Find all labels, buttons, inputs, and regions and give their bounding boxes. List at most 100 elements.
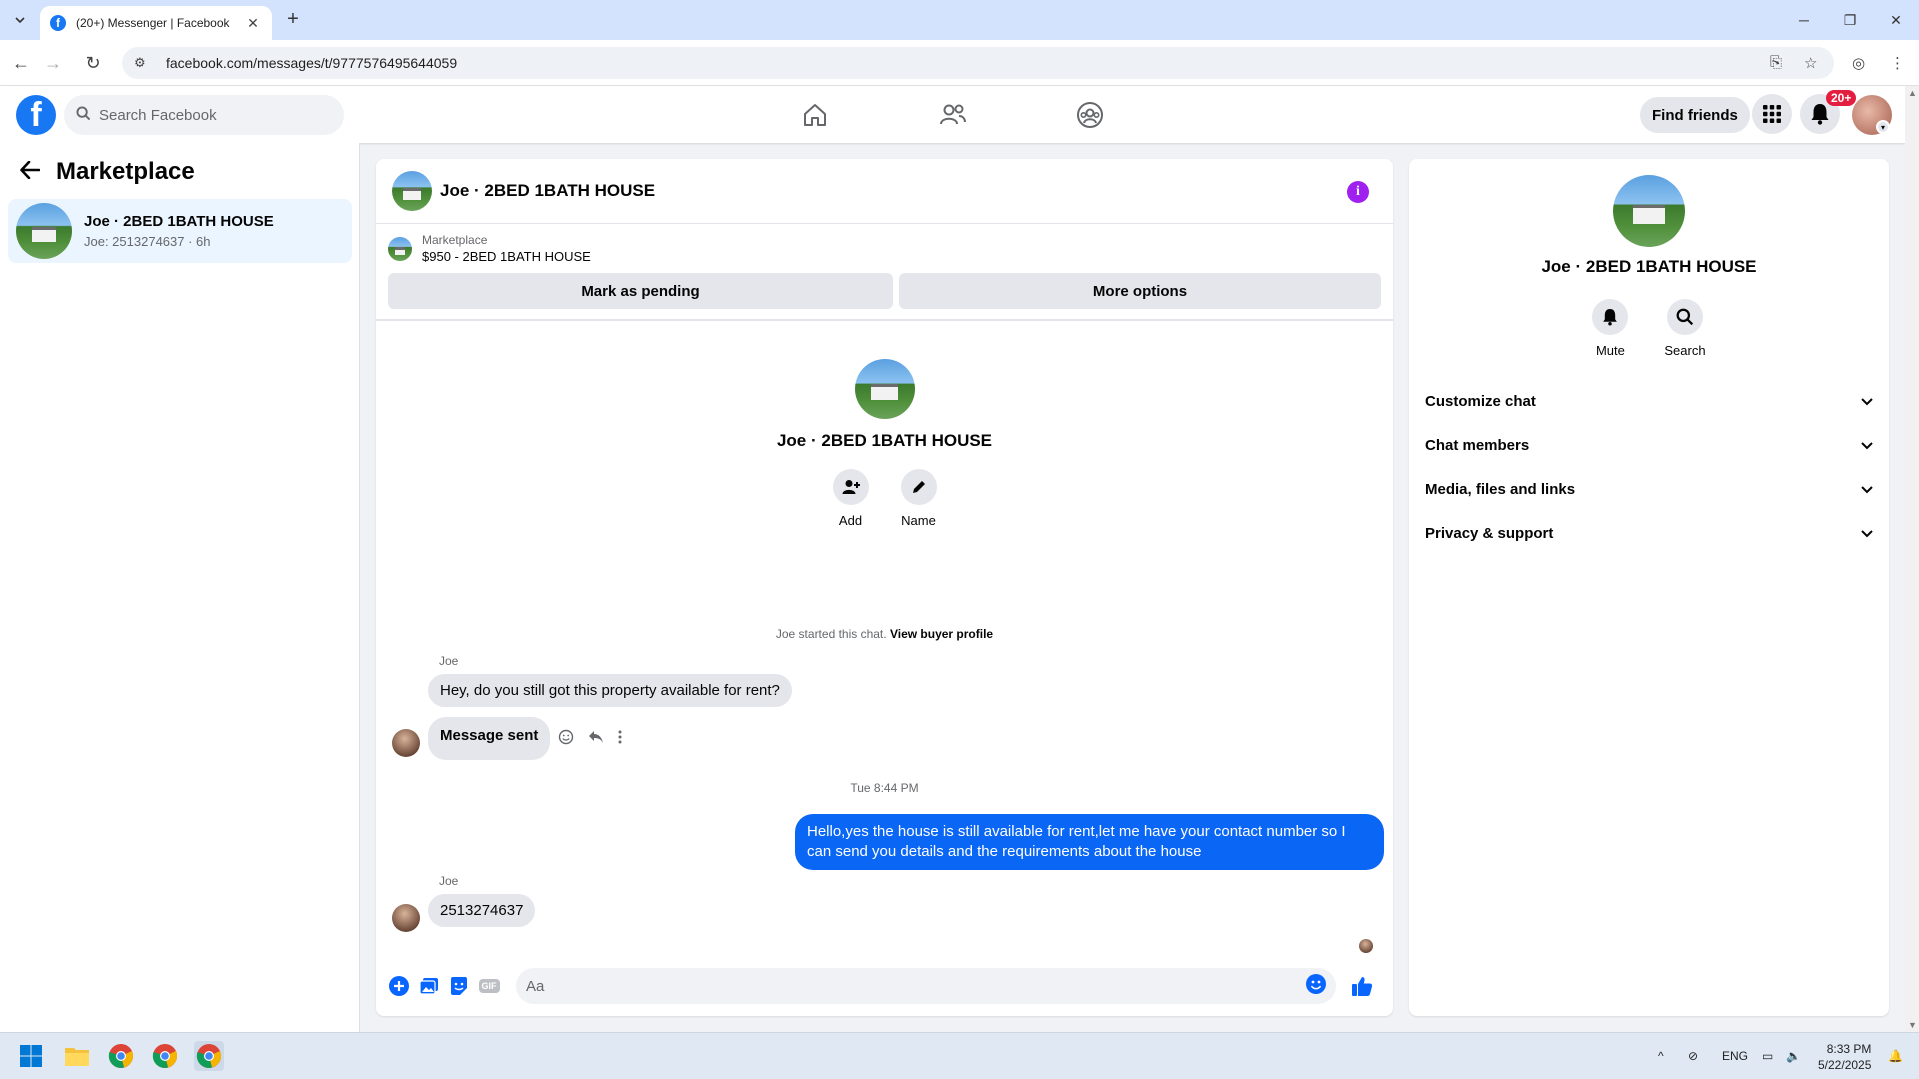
row-label: Media, files and links	[1425, 480, 1576, 498]
sticker-icon[interactable]	[447, 974, 471, 998]
scroll-down-icon[interactable]: ▼	[1908, 1020, 1917, 1030]
system-clock[interactable]: 8:33 PM 5/22/2025	[1818, 1041, 1871, 1073]
back-icon[interactable]: ←	[8, 50, 34, 76]
language-indicator[interactable]: ENG	[1722, 1049, 1748, 1063]
info-icon[interactable]: i	[1347, 181, 1369, 203]
chrome-active-icon[interactable]	[194, 1041, 224, 1071]
thumbs-up-icon[interactable]	[1350, 974, 1374, 998]
home-icon[interactable]	[795, 98, 835, 132]
network-off-icon[interactable]: ⊘	[1688, 1049, 1698, 1063]
media-files-links-row[interactable]: Media, files and links	[1425, 467, 1873, 511]
facebook-favicon-icon: f	[50, 15, 66, 31]
add-person-button[interactable]: Add	[832, 469, 869, 528]
message-sender: Joe	[439, 654, 459, 668]
notification-badge: 20+	[1826, 90, 1857, 106]
menu-grid-icon[interactable]	[1752, 94, 1792, 134]
pencil-icon	[900, 469, 937, 505]
display-icon[interactable]: ▭	[1762, 1049, 1773, 1063]
browser-tab[interactable]: f (20+) Messenger | Facebook ✕	[40, 6, 272, 40]
listing-info[interactable]: Marketplace $950 - 2BED 1BATH HOUSE	[388, 233, 591, 264]
gif-icon[interactable]: GIF	[477, 974, 501, 998]
view-buyer-profile-link[interactable]: View buyer profile	[890, 627, 993, 641]
forward-icon[interactable]: →	[40, 50, 66, 76]
mute-label: Mute	[1595, 343, 1625, 358]
intro-name: Joe · 2BED 1BATH HOUSE	[776, 431, 993, 450]
account-chevron-icon[interactable]: ▾	[1876, 120, 1890, 134]
install-app-icon[interactable]: ⎘	[1770, 54, 1782, 71]
tray-chevron-up-icon[interactable]: ^	[1658, 1049, 1664, 1063]
chrome-profile-2-icon[interactable]	[150, 1041, 180, 1071]
reload-icon[interactable]: ↻	[80, 50, 106, 76]
more-options-button[interactable]: More options	[899, 273, 1381, 309]
more-actions-icon[interactable]	[618, 730, 622, 749]
sender-avatar[interactable]	[392, 729, 420, 757]
groups-icon[interactable]	[1070, 98, 1110, 132]
site-info-icon[interactable]: ⚙	[134, 55, 152, 71]
tab-search-chevron-icon[interactable]	[8, 8, 32, 32]
new-tab-icon[interactable]: +	[282, 9, 304, 31]
scroll-up-icon[interactable]: ▲	[1908, 88, 1917, 98]
photo-attach-icon[interactable]	[417, 974, 441, 998]
reply-icon[interactable]	[588, 730, 604, 749]
mark-pending-button[interactable]: Mark as pending	[388, 273, 893, 309]
started-text: Joe started this chat.	[775, 627, 887, 641]
facebook-search[interactable]	[64, 95, 344, 135]
bell-icon	[1592, 299, 1629, 335]
message-input[interactable]	[526, 977, 1306, 995]
search-conversation-button[interactable]: Search	[1664, 299, 1706, 358]
sender-avatar[interactable]	[392, 904, 420, 932]
url-text: facebook.com/messages/t/9777576495644059	[166, 55, 458, 71]
incoming-message[interactable]: Hey, do you still got this property avai…	[428, 674, 792, 707]
back-arrow-icon[interactable]	[20, 158, 41, 186]
chat-panel: Joe · 2BED 1BATH HOUSE i Marketplace $95…	[376, 159, 1393, 1016]
clock-date: 5/22/2025	[1818, 1058, 1872, 1072]
add-person-icon	[832, 469, 869, 505]
conversation-item[interactable]: Joe · 2BED 1BATH HOUSE Joe: 2513274637 ·…	[8, 199, 352, 263]
page-scrollbar[interactable]: ▲ ▼	[1905, 86, 1919, 1032]
windows-start-icon[interactable]	[16, 1041, 46, 1071]
bookmark-star-icon[interactable]: ☆	[1804, 54, 1817, 72]
find-friends-button[interactable]: Find friends	[1640, 97, 1750, 133]
row-label: Customize chat	[1425, 392, 1536, 410]
message-tools	[558, 729, 622, 750]
emoji-icon[interactable]	[1306, 973, 1326, 999]
name-chat-button[interactable]: Name	[900, 469, 937, 528]
restore-icon[interactable]: ❐	[1827, 0, 1873, 40]
conversation-name: Joe · 2BED 1BATH HOUSE	[84, 213, 274, 230]
chat-avatar[interactable]	[392, 171, 432, 211]
file-explorer-icon[interactable]	[62, 1041, 92, 1071]
browser-menu-icon[interactable]: ⋮	[1890, 54, 1905, 72]
outgoing-message[interactable]: Hello,yes the house is still available f…	[795, 814, 1384, 870]
chrome-profile-1-icon[interactable]	[106, 1041, 136, 1071]
facebook-logo-icon[interactable]: f	[16, 95, 56, 135]
url-omnibox[interactable]: ⚙ facebook.com/messages/t/97775764956440…	[122, 47, 1834, 79]
message-sender: Joe	[439, 874, 459, 888]
profile-icon[interactable]: ◎	[1852, 54, 1865, 72]
react-emoji-icon[interactable]	[558, 729, 574, 750]
incoming-message[interactable]: 2513274637	[428, 894, 536, 927]
message-input-box[interactable]	[516, 968, 1336, 1004]
name-label: Name	[901, 513, 936, 528]
more-attachments-icon[interactable]	[387, 974, 411, 998]
gif-label: GIF	[478, 979, 500, 993]
privacy-support-row[interactable]: Privacy & support	[1425, 511, 1873, 555]
search-label: Search	[1664, 343, 1706, 358]
window-close-icon[interactable]: ✕	[1873, 0, 1919, 40]
chat-details-pane: Joe · 2BED 1BATH HOUSE Mute Search Custo…	[1409, 159, 1889, 1016]
customize-chat-row[interactable]: Customize chat	[1425, 379, 1873, 423]
chat-members-row[interactable]: Chat members	[1425, 423, 1873, 467]
listing-thumbnail	[388, 236, 412, 261]
details-avatar	[1613, 175, 1685, 247]
notification-center-icon[interactable]: 🔔	[1888, 1049, 1903, 1063]
message-sent-card[interactable]: Message sent	[428, 717, 551, 760]
row-label: Chat members	[1425, 436, 1530, 454]
friends-icon[interactable]	[933, 98, 973, 132]
listing-avatar	[16, 203, 72, 259]
mute-button[interactable]: Mute	[1592, 299, 1629, 358]
volume-icon[interactable]: 🔈	[1786, 1049, 1801, 1063]
tab-close-icon[interactable]: ✕	[244, 15, 262, 32]
minimize-icon[interactable]: ─	[1781, 0, 1827, 40]
address-bar: ← → ↻ ⚙ facebook.com/messages/t/97775764…	[0, 40, 1919, 86]
chat-title[interactable]: Joe · 2BED 1BATH HOUSE	[440, 181, 655, 201]
search-input[interactable]	[99, 106, 299, 124]
